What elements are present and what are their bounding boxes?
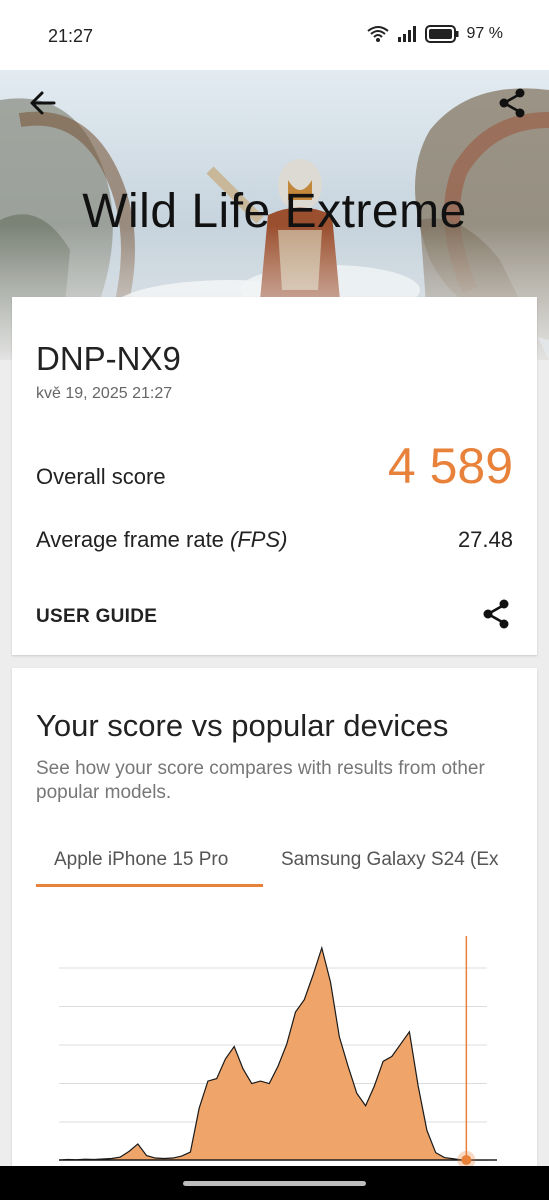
score-distribution-area (58, 945, 497, 1161)
navigation-bar (0, 1166, 549, 1200)
share-result-icon[interactable] (479, 597, 513, 631)
score-distribution-chart (58, 936, 497, 1168)
signal-icon (397, 26, 416, 42)
overall-score-value: 4 589 (387, 438, 513, 494)
battery-icon (424, 25, 459, 43)
comparison-subtitle: See how your score compares with results… (36, 758, 485, 803)
overall-score-label: Overall score (36, 464, 166, 489)
share-icon[interactable] (495, 86, 529, 120)
benchmark-title: Wild Life Extreme (82, 185, 467, 238)
fps-label-text: Average frame rate (36, 527, 231, 552)
your-score-marker-dot (461, 1155, 472, 1165)
fps-label: Average frame rate (FPS) (36, 527, 287, 553)
active-tab-indicator (36, 884, 263, 887)
battery-percent: 97 % (466, 25, 503, 42)
status-time: 21:27 (48, 26, 94, 46)
home-gesture-handle[interactable] (183, 1181, 366, 1186)
status-icons: 97 % (366, 25, 503, 43)
status-bar: 21:27 97 % (0, 0, 549, 70)
user-guide-button[interactable]: USER GUIDE (36, 606, 157, 628)
tab-apple-iphone-15-pro[interactable]: Apple iPhone 15 Pro (54, 849, 228, 871)
back-arrow-icon[interactable] (26, 86, 60, 120)
device-name: DNP-NX9 (36, 340, 181, 377)
tab-samsung-galaxy-s24[interactable]: Samsung Galaxy S24 (Ex (281, 849, 515, 871)
comparison-title: Your score vs popular devices (36, 708, 449, 743)
test-date: kvě 19, 2025 21:27 (36, 385, 173, 402)
fps-label-unit: (FPS) (230, 527, 288, 552)
result-card: DNP-NX9 kvě 19, 2025 21:27 Overall score… (12, 297, 537, 655)
fps-value: 27.48 (457, 527, 513, 552)
comparison-card: Your score vs popular devices See how yo… (12, 668, 537, 1188)
wifi-icon (366, 26, 389, 42)
